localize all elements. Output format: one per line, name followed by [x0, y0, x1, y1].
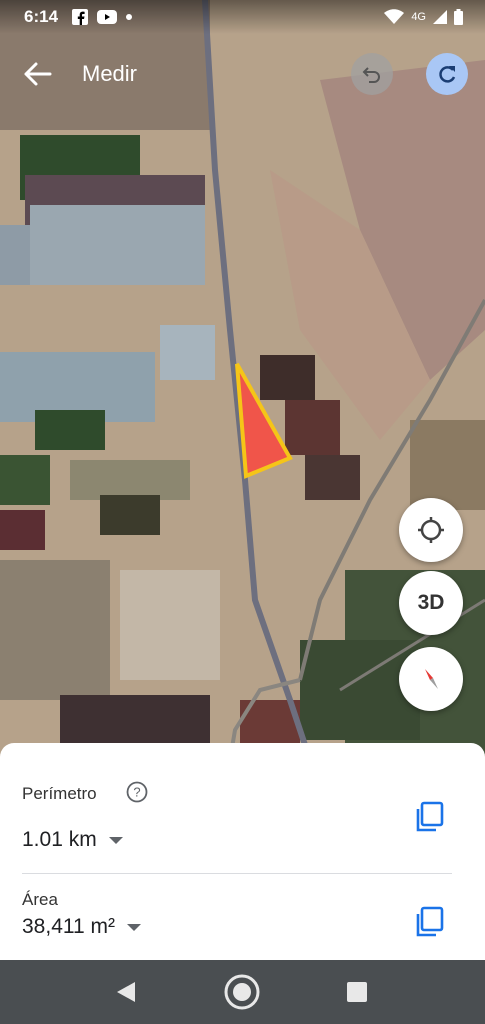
three-d-label: 3D	[417, 591, 445, 614]
recents-square-icon[interactable]	[347, 982, 367, 1002]
facebook-icon	[72, 9, 89, 25]
area-unit-dropdown[interactable]: 38,411 m²	[22, 915, 141, 939]
redo-icon	[439, 66, 456, 83]
sheet-divider	[22, 873, 452, 874]
status-notification-icons	[72, 9, 133, 25]
status-bar: 6:14 4G	[0, 0, 485, 34]
page-title: Medir	[82, 61, 138, 86]
network-type-label: 4G	[411, 11, 426, 23]
system-navigation-bar	[0, 960, 485, 1024]
copy-icon	[416, 906, 444, 937]
three-d-toggle-button[interactable]: 3D	[399, 571, 463, 635]
dot-icon	[126, 14, 133, 20]
wifi-icon	[384, 9, 405, 24]
copy-icon	[416, 801, 444, 832]
compass-button[interactable]	[399, 647, 463, 711]
measure-toolbar: Medir	[0, 50, 485, 98]
back-button[interactable]	[20, 54, 56, 94]
arrow-left-icon	[24, 62, 52, 86]
measurement-sheet: Perímetro ? 1.01 km Área 38,411 m²	[0, 743, 485, 960]
status-time: 6:14	[24, 7, 59, 26]
undo-icon	[362, 67, 380, 83]
help-icon[interactable]: ?	[126, 781, 148, 803]
svg-text:?: ?	[133, 785, 140, 800]
compass-icon	[425, 669, 438, 689]
crosshair-icon	[418, 517, 444, 543]
battery-icon	[454, 9, 463, 25]
back-triangle-icon[interactable]	[115, 980, 137, 1004]
refresh-button[interactable]	[426, 53, 468, 95]
area-label: Área	[22, 890, 58, 909]
copy-perimeter-button[interactable]	[414, 800, 446, 834]
satellite-map[interactable]	[0, 0, 485, 760]
signal-icon	[433, 10, 447, 24]
youtube-icon	[97, 10, 118, 24]
chevron-down-icon	[127, 923, 141, 931]
status-system-icons: 4G	[384, 9, 463, 25]
home-circle-icon[interactable]	[224, 974, 260, 1010]
my-location-button[interactable]	[399, 498, 463, 562]
perimeter-label: Perímetro	[22, 784, 97, 803]
copy-area-button[interactable]	[414, 905, 446, 939]
perimeter-value: 1.01 km	[22, 828, 97, 851]
perimeter-unit-dropdown[interactable]: 1.01 km	[22, 828, 123, 852]
chevron-down-icon	[108, 836, 123, 844]
map-imagery	[0, 0, 485, 760]
area-value: 38,411 m²	[22, 915, 115, 938]
undo-button[interactable]	[351, 53, 393, 95]
